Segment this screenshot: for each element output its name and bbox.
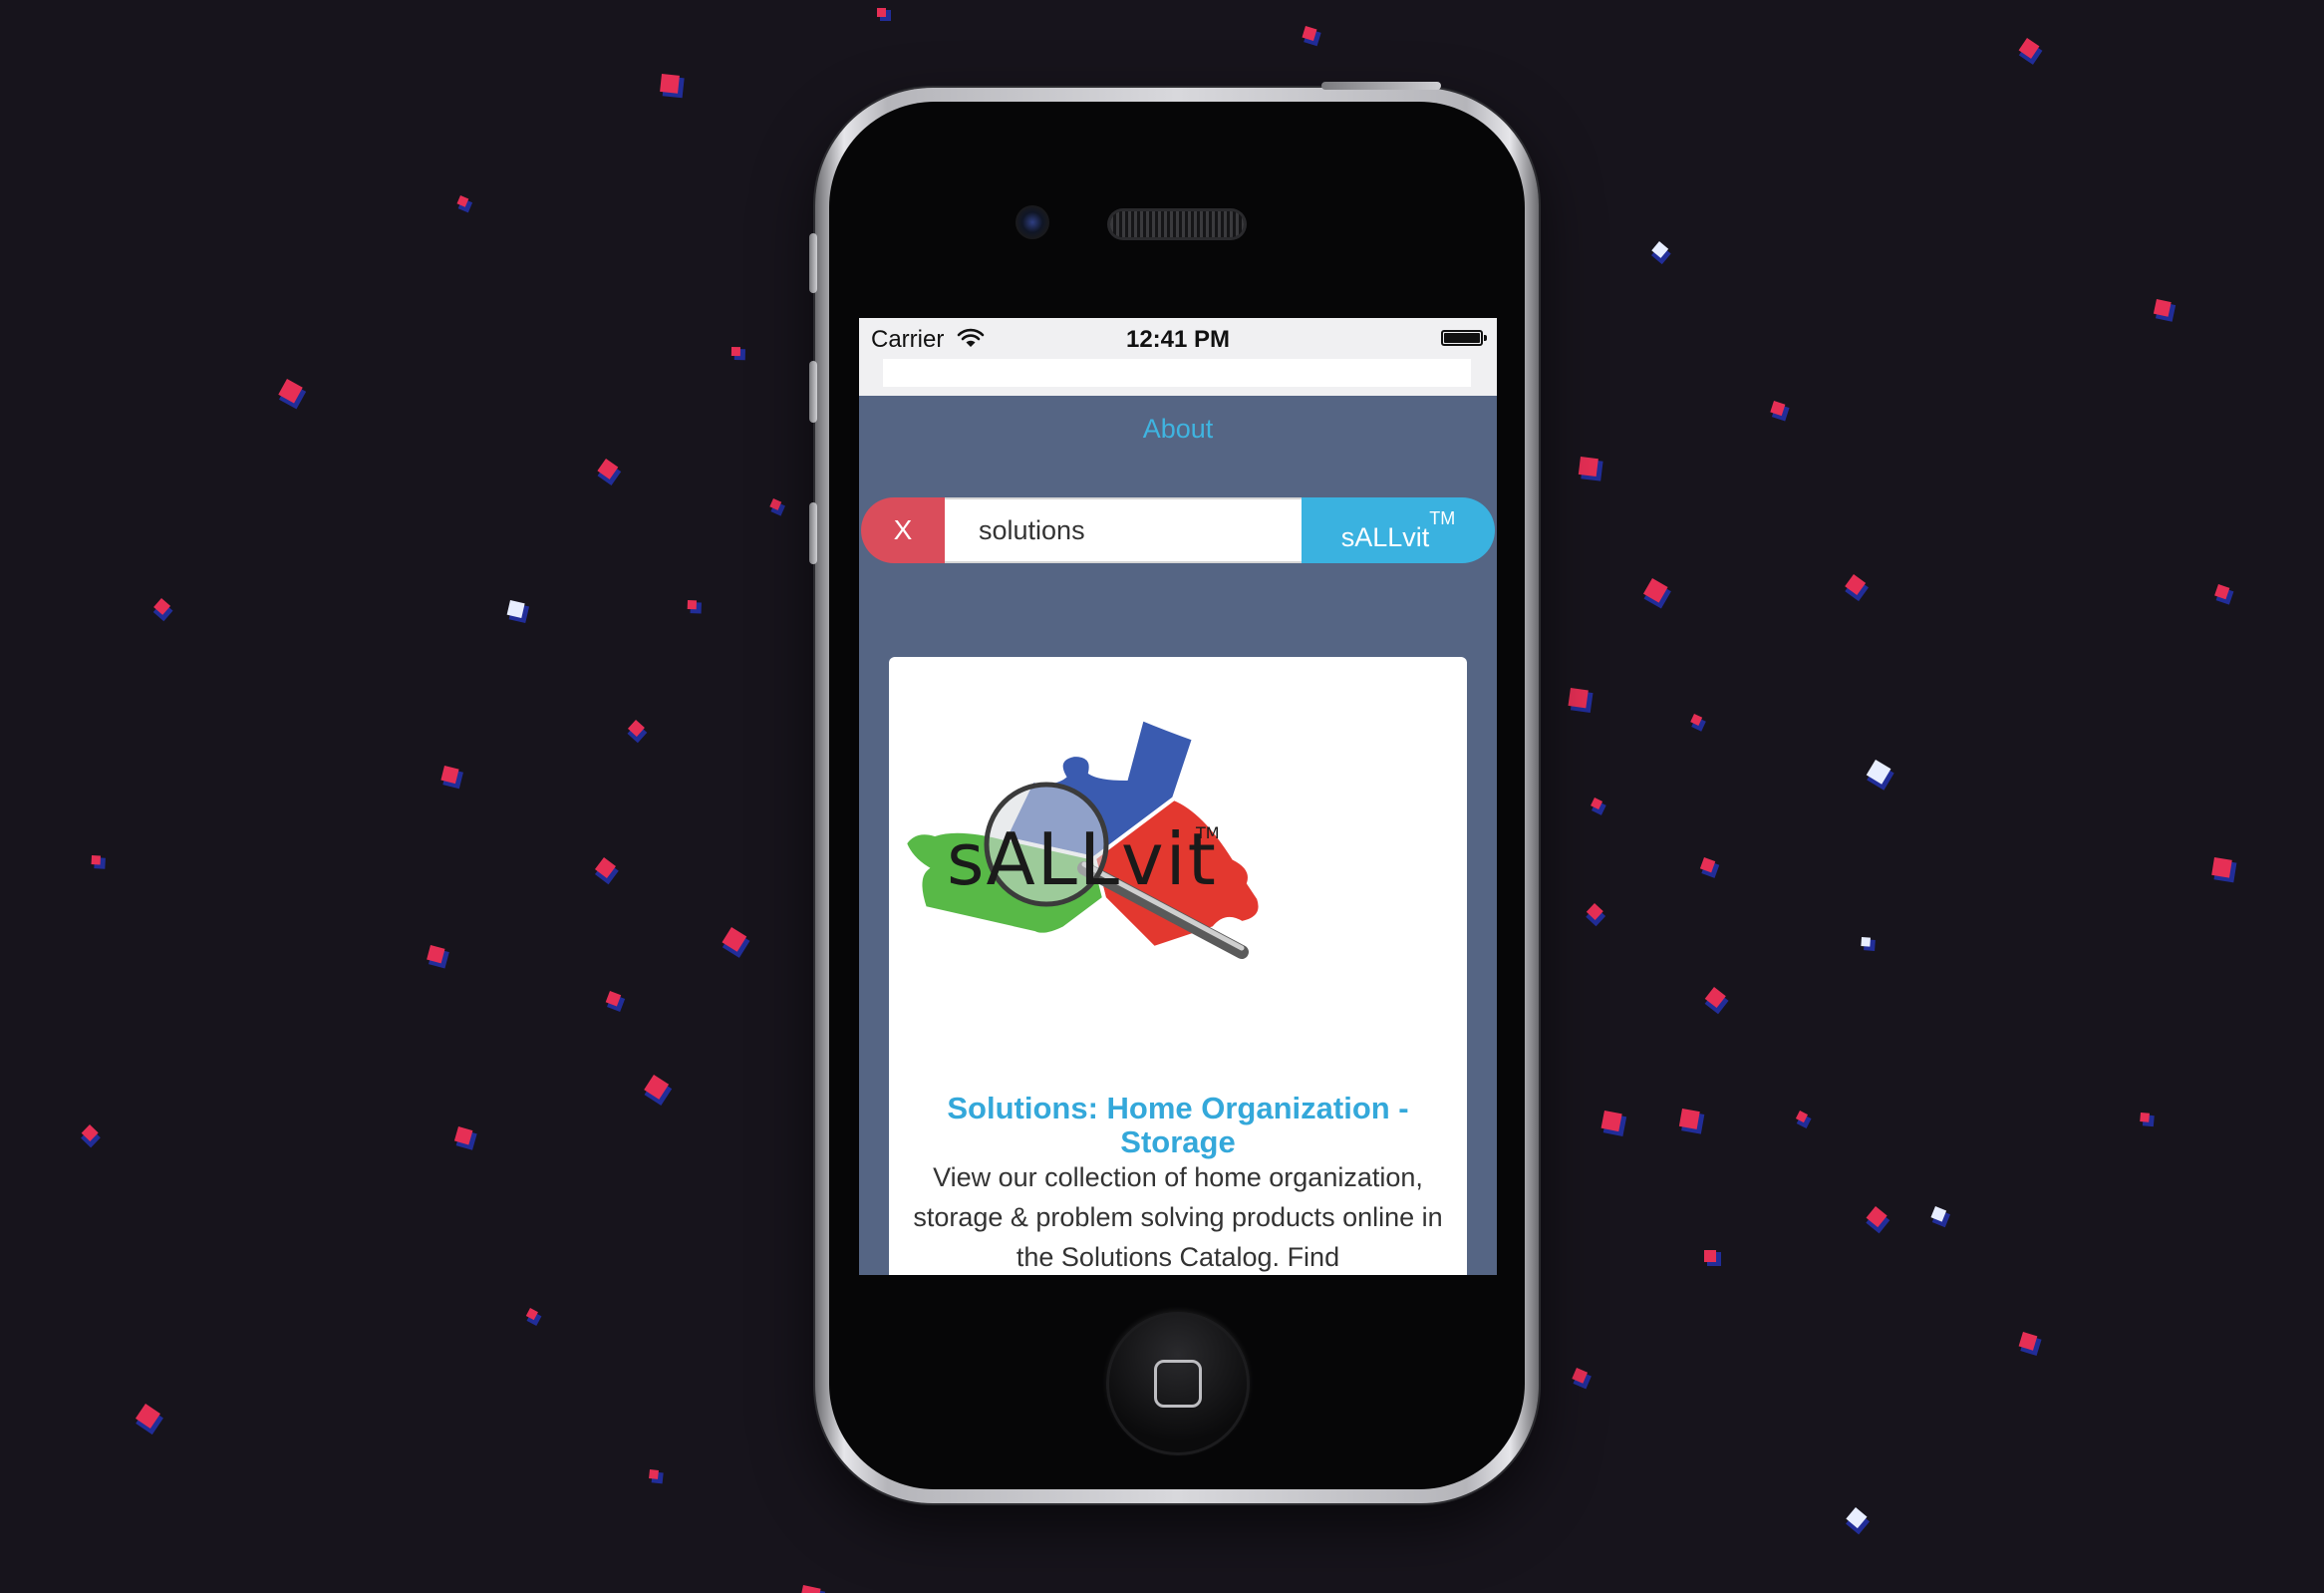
clear-search-button[interactable]: X — [861, 497, 945, 563]
star — [1578, 457, 1598, 478]
star — [1861, 937, 1871, 947]
sallvit-logo: sALLvit TM — [905, 719, 1263, 959]
silent-switch — [809, 233, 817, 293]
battery-icon — [1441, 330, 1487, 346]
front-camera — [1016, 205, 1049, 239]
address-bar[interactable] — [883, 359, 1471, 387]
card-description: View our collection of home organization… — [913, 1162, 1443, 1272]
star — [687, 599, 697, 610]
star — [660, 74, 680, 94]
star — [649, 1469, 659, 1479]
star — [1600, 1111, 1622, 1132]
status-time: 12:41 PM — [1125, 326, 1231, 353]
home-square-icon — [1154, 1360, 1202, 1408]
star — [91, 855, 101, 865]
search-bar: X solutions sALLvitTM — [861, 497, 1495, 563]
home-button[interactable] — [1106, 1312, 1250, 1455]
star — [2153, 299, 2172, 317]
search-input[interactable]: solutions — [945, 497, 1302, 563]
phone-screen: Carrier 12:41 PM About X solutions sALLv… — [859, 318, 1497, 1275]
star — [730, 346, 740, 357]
volume-up-button — [809, 361, 817, 423]
logo-wordmark: sALLvit — [947, 817, 1218, 901]
star — [877, 8, 886, 17]
star — [1678, 1109, 1700, 1129]
power-button — [1321, 82, 1441, 90]
search-button-trademark: TM — [1429, 508, 1456, 528]
status-bar: Carrier 12:41 PM — [859, 318, 1497, 396]
star — [1568, 688, 1589, 709]
search-button-label: sALLvit — [1340, 522, 1430, 552]
logo-trademark: TM — [1195, 823, 1220, 842]
volume-down-button — [809, 502, 817, 564]
sallvit-search-button[interactable]: sALLvitTM — [1302, 497, 1495, 563]
about-link[interactable]: About — [859, 414, 1497, 445]
card-title[interactable]: Solutions: Home Organization - Storage — [909, 1092, 1447, 1159]
star — [2211, 856, 2232, 878]
star — [799, 1585, 821, 1593]
star — [2140, 1113, 2150, 1122]
earpiece-speaker — [1110, 211, 1244, 237]
result-card[interactable]: sALLvit TM Solutions: Home Organization … — [889, 657, 1467, 1275]
star — [1704, 1250, 1716, 1262]
